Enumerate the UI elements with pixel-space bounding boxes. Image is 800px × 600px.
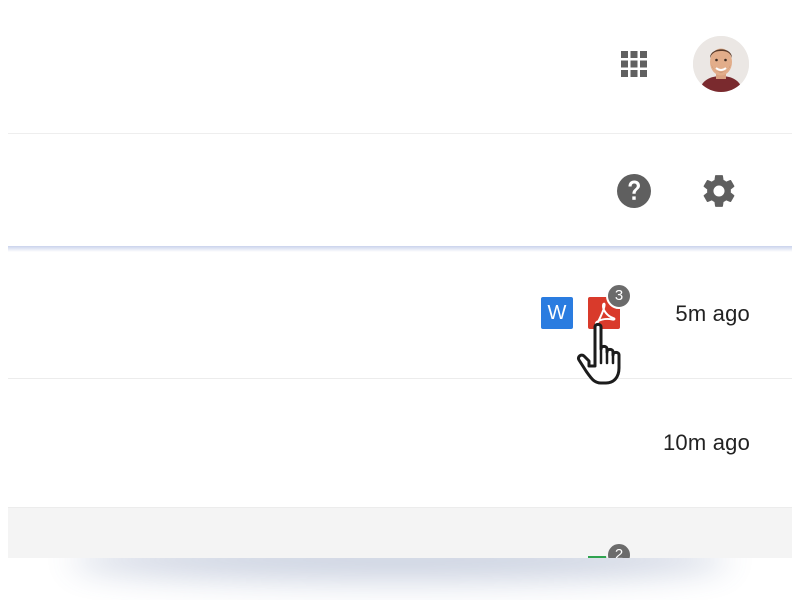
attachment-count-badge: 3	[606, 283, 632, 309]
list-item[interactable]: 2	[8, 508, 792, 558]
avatar[interactable]	[693, 36, 749, 92]
mail-card: W 3 5m ago 10m ago 2	[8, 0, 792, 558]
list-item[interactable]: 10m ago	[8, 379, 792, 508]
timestamp: 10m ago	[662, 430, 750, 455]
word-doc-label: W	[547, 302, 567, 324]
user-avatar-icon	[693, 36, 749, 92]
list-item[interactable]: W 3 5m ago	[8, 252, 792, 379]
attachment-count-badge: 2	[606, 542, 632, 558]
word-doc-icon[interactable]: W	[541, 297, 573, 329]
top-bar	[8, 0, 792, 134]
help-icon[interactable]	[615, 172, 653, 210]
apps-grid-icon[interactable]	[619, 49, 649, 79]
timestamp: 5m ago	[675, 301, 750, 326]
gear-icon[interactable]	[700, 172, 738, 210]
stage: W 3 5m ago 10m ago 2	[0, 0, 800, 600]
toolbar	[8, 134, 792, 246]
